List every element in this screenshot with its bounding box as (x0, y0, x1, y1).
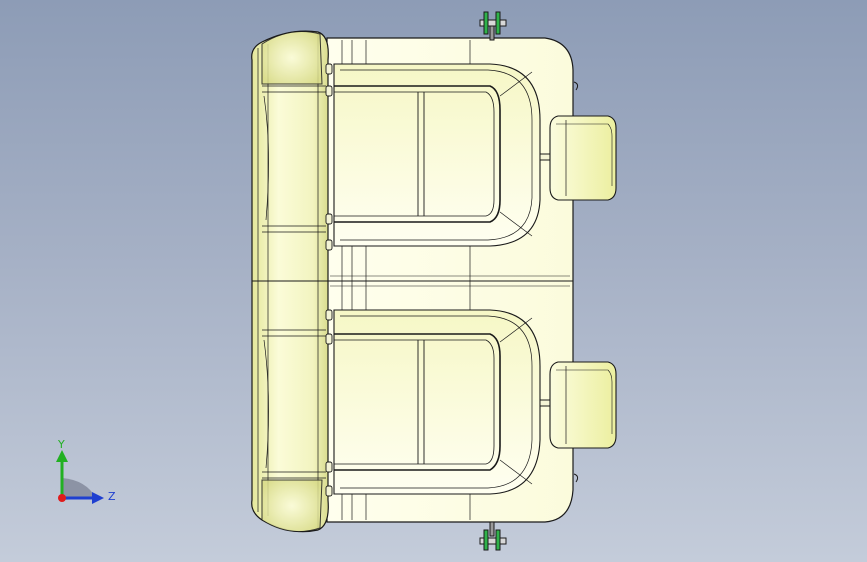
bolster-top-cap (261, 31, 323, 85)
z-axis-arrow-icon (92, 492, 104, 504)
seat-cushion-lower (333, 309, 541, 495)
seat-cushion-upper (333, 63, 541, 247)
bolster-bottom-cap (261, 479, 323, 533)
y-axis-label: Y (57, 438, 65, 451)
headrest-upper (549, 115, 617, 201)
z-axis-label: Z (108, 490, 116, 503)
orientation-triad[interactable]: Y Z (44, 438, 124, 508)
x-axis-dot-icon (58, 494, 66, 502)
mount-bracket-bottom (479, 521, 507, 551)
y-axis-arrow-icon (56, 450, 68, 462)
headrest-lower (549, 361, 617, 449)
cad-viewport[interactable] (0, 0, 867, 562)
mount-bracket-top (479, 11, 507, 41)
